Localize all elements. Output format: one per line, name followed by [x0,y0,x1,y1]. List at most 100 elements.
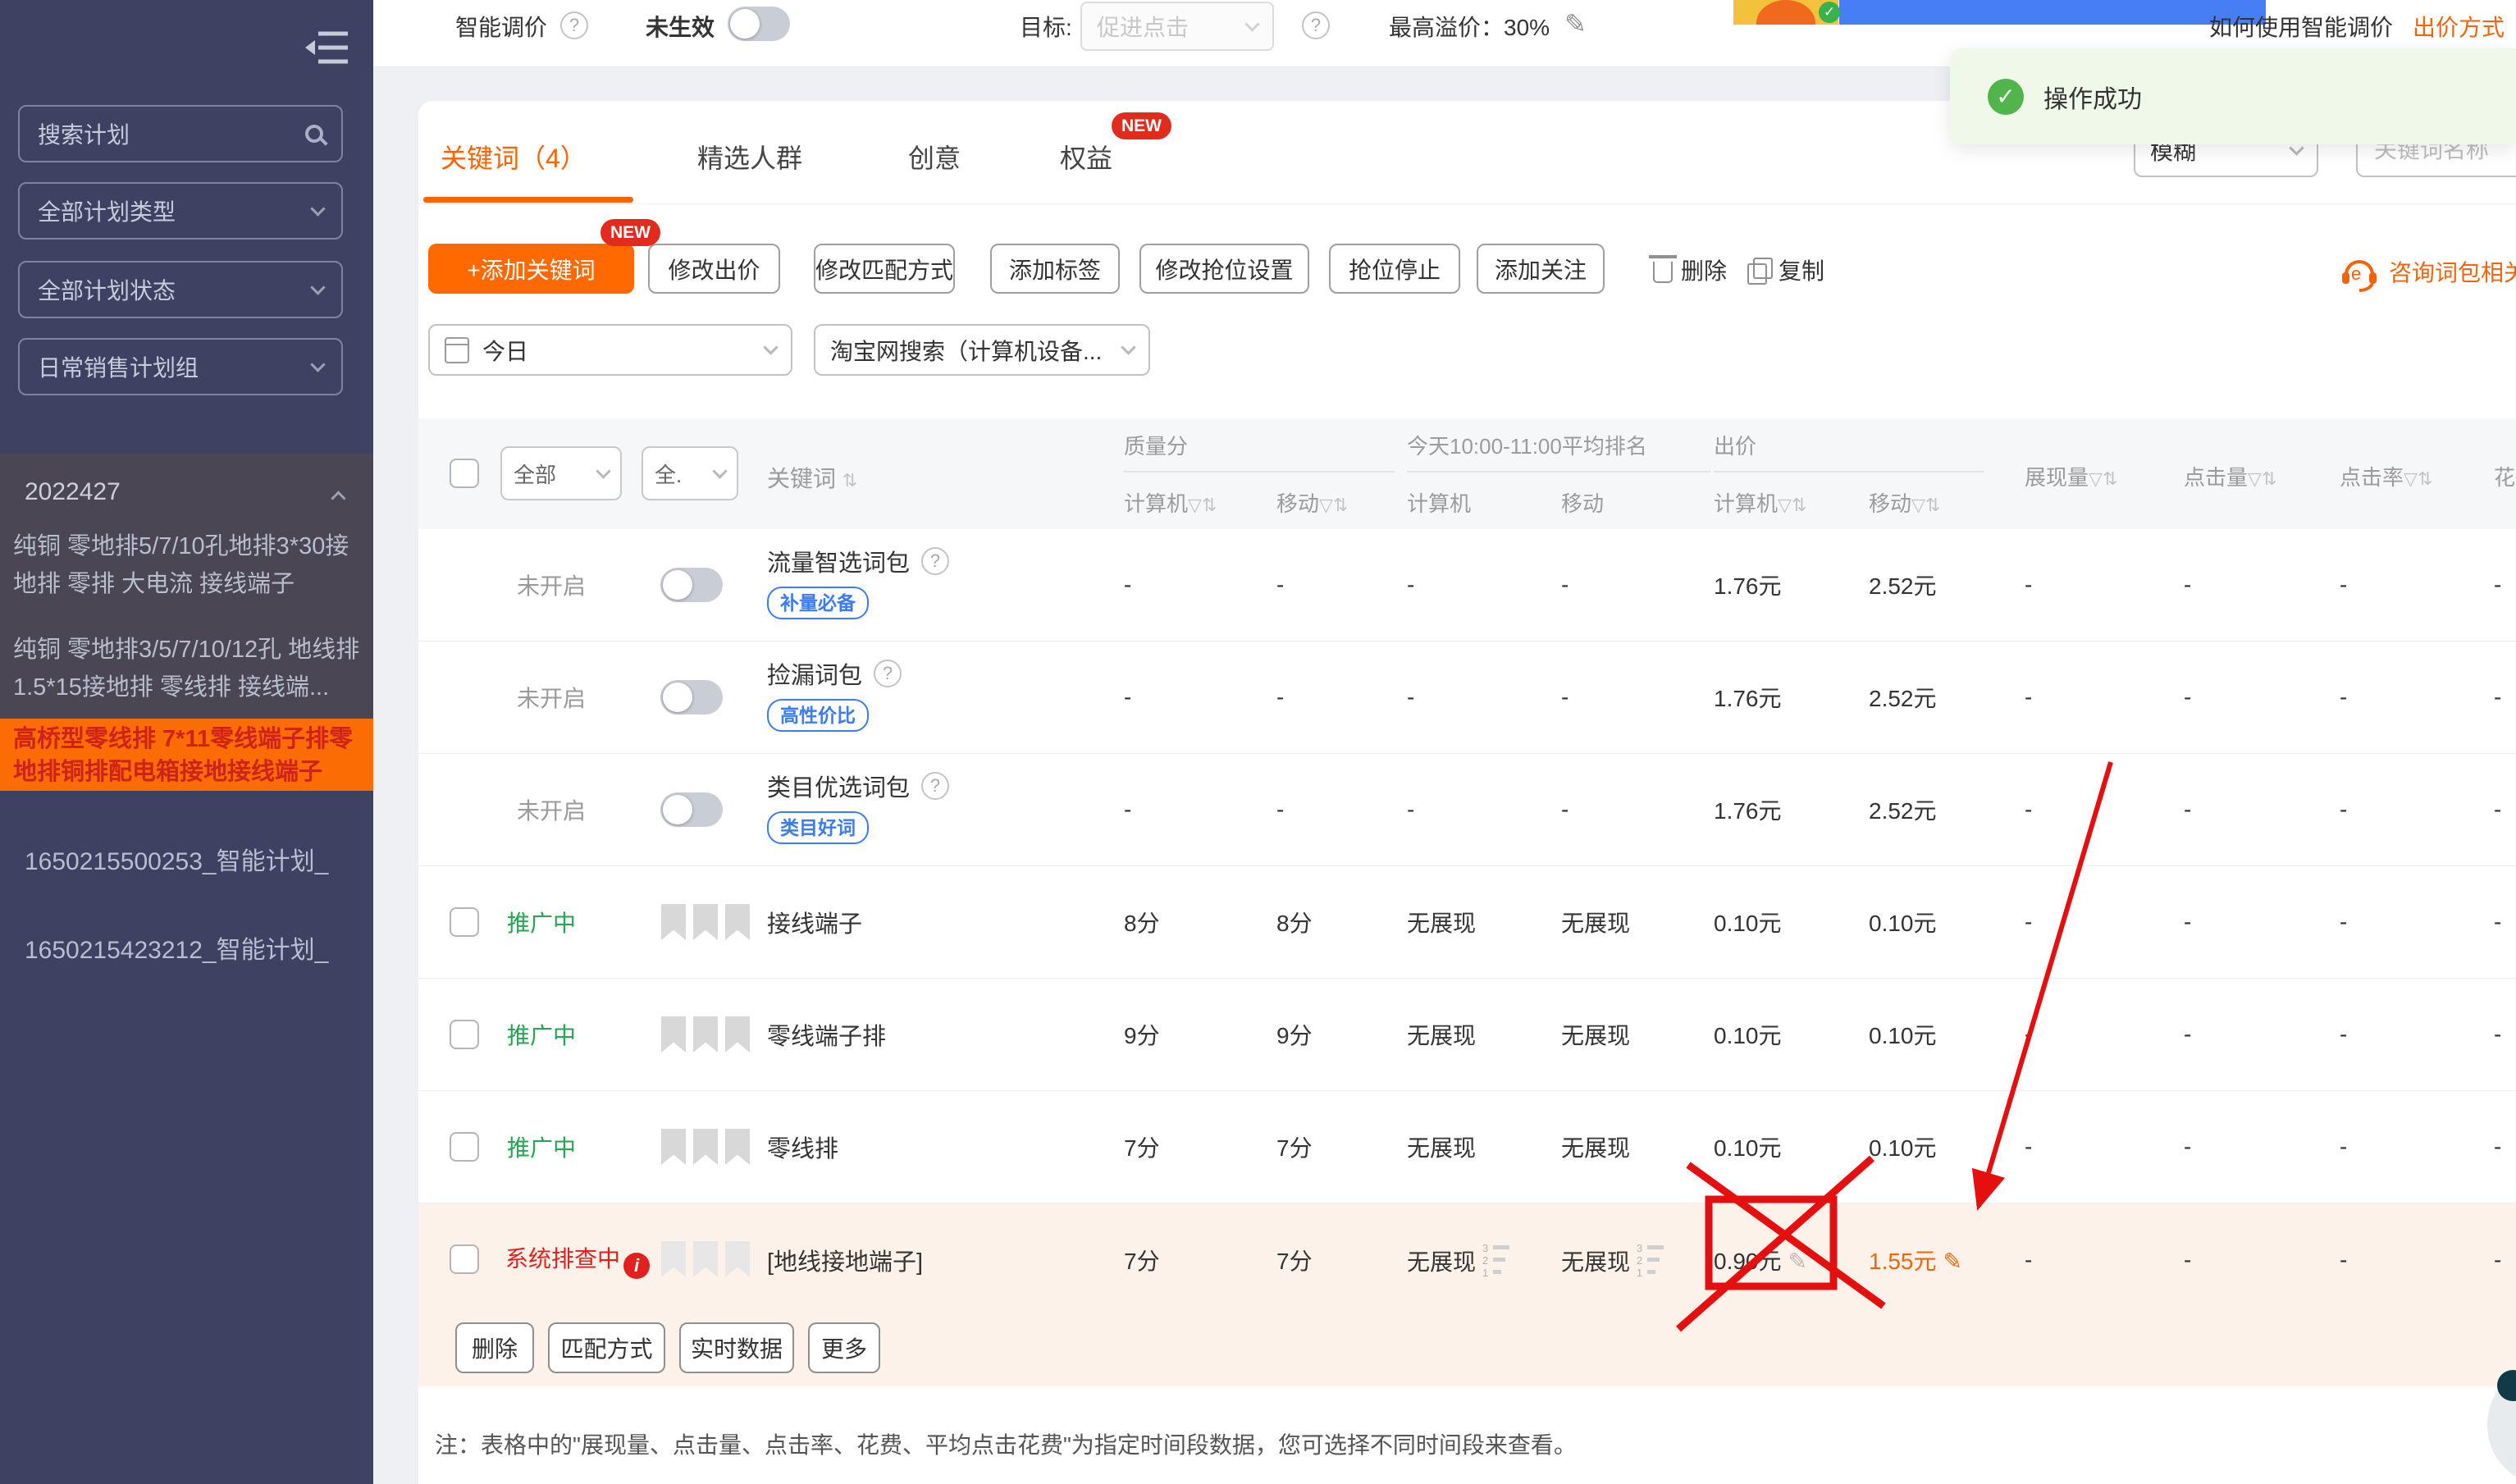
sidebar-item-plan[interactable]: 1650215423212_智能计划_ [25,929,328,966]
tab-creative[interactable]: 创意 [908,138,961,176]
keyword-panel: 关键词（4） 精选人群 创意 权益 NEW 模糊 +添加关键词 NEW 修改出价… [418,101,2516,1484]
row-toggle[interactable] [660,568,723,602]
bookmark-icon [725,1016,750,1052]
smart-pricing-help-link[interactable]: 如何使用智能调价 [2209,10,2393,43]
delete-button[interactable]: 删除 [1653,253,1727,286]
plan-status-select[interactable]: 全部计划状态 [18,261,343,318]
add-keyword-button[interactable]: +添加关键词 [428,244,634,294]
footer-match-button[interactable]: 匹配方式 [548,1322,665,1373]
col-bid-pc[interactable]: 计算机▽⇅ [1714,487,1806,518]
row-checkbox[interactable] [450,1244,479,1274]
help-icon[interactable]: ? [921,547,949,575]
col-cost[interactable]: 花 [2494,461,2515,491]
cell-impressions: - [2025,572,2032,598]
cell-rank-mobile: 无展现 [1561,1018,1630,1051]
chevron-down-icon [1244,16,1259,31]
row-toggle[interactable] [660,792,723,827]
plan-group-title[interactable]: 2022427 [25,478,121,506]
search-scope-select[interactable]: 淘宝网搜索（计算机设备... [814,324,1150,376]
status-label: 未生效 [646,10,715,43]
help-icon[interactable]: ? [921,772,949,800]
svg-text:1: 1 [1482,1267,1488,1278]
sidebar-item-plan[interactable]: 1650215500253_智能计划_ [25,841,328,877]
table-row: 未开启 捡漏词包? 高性价比 - - - - 1.76元 2.52元 - - -… [418,642,2516,754]
col-rank-pc[interactable]: 计算机 [1407,487,1471,518]
add-tag-button[interactable]: 添加标签 [990,244,1120,294]
svg-text:1: 1 [1637,1267,1642,1278]
chevron-up-icon[interactable] [331,491,345,505]
add-watch-button[interactable]: 添加关注 [1477,244,1605,294]
plan-type-select[interactable]: 全部计划类型 [18,182,343,240]
search-icon [305,125,323,143]
row-checkbox[interactable] [450,1020,479,1049]
stop-position-button[interactable]: 抢位停止 [1329,244,1460,294]
row-checkbox[interactable] [450,907,479,937]
row-checkbox[interactable] [450,1132,479,1162]
target-select[interactable]: 促进点击 [1080,2,1274,51]
header-filter2-select[interactable]: 全. [642,446,738,500]
date-range-select[interactable]: 今日 [428,324,792,376]
col-clicks[interactable]: 点击量▽⇅ [2184,461,2276,491]
footer-delete-button[interactable]: 删除 [455,1322,534,1373]
select-all-checkbox[interactable] [450,459,479,488]
plan-search-input[interactable]: 搜索计划 [18,105,343,162]
edit-match-button[interactable]: 修改匹配方式 [814,244,955,294]
funnel-icon: ▽ [1319,495,1333,515]
cell-bid-pc-crossed: 0.90元✎ [1714,1244,1807,1276]
copy-button[interactable]: 复制 [1747,253,1824,286]
footer-realtime-button[interactable]: 实时数据 [679,1322,794,1373]
chevron-down-icon [310,280,325,295]
sidebar: 搜索计划 全部计划类型 全部计划状态 日常销售计划组 2022427 纯铜 零地… [0,0,373,1484]
sidebar-item-plan[interactable]: 纯铜 零地排5/7/10孔地排3*30接地排 零排 大电流 接线端子 [13,527,362,603]
col-quality-pc[interactable]: 计算机▽⇅ [1124,487,1217,518]
help-icon[interactable]: ? [560,11,588,39]
header-filter-select[interactable]: 全部 [500,446,622,500]
bookmark-flags [661,1016,750,1052]
bookmark-icon [661,1241,686,1277]
edit-premium-icon[interactable]: ✎ [1564,8,1587,39]
keyword-name: 零线端子排 [767,1017,886,1052]
consult-wordpack-link[interactable]: e 咨询词包相关问 [2338,250,2516,293]
smart-pricing-toggle[interactable] [728,7,790,41]
row-status: 未开启 [517,793,586,826]
tab-benefits[interactable]: 权益 [1060,138,1112,176]
col-keyword[interactable]: 关键词 ⇅ [767,461,857,494]
plan-group-select[interactable]: 日常销售计划组 [18,338,343,395]
col-ctr[interactable]: 点击率▽⇅ [2340,461,2432,491]
row-toggle[interactable] [660,680,723,715]
col-quality-mobile[interactable]: 移动▽⇅ [1276,487,1348,518]
sidebar-item-plan-selected[interactable]: 高桥型零线排 7*11零线端子排零地排铜排配电箱接地接线端子 [0,719,373,791]
tab-audience[interactable]: 精选人群 [697,138,802,176]
target-value: 促进点击 [1097,10,1189,43]
footer-more-button[interactable]: 更多 [808,1322,880,1373]
help-icon[interactable]: ? [1302,11,1330,39]
edit-bid-icon[interactable]: ✎ [1788,1249,1807,1274]
cell-rank-mobile: 无展现 [1561,906,1630,938]
help-icon[interactable]: ? [874,660,902,687]
cell-cost: - [2494,1021,2501,1048]
plan-group-value: 日常销售计划组 [38,350,199,383]
cell-bid-mobile: 2.52元 [1869,568,1937,601]
bid-mode-link[interactable]: 出价方式 [2413,10,2505,43]
plan-status-value: 全部计划状态 [38,273,176,306]
svg-text:2: 2 [1482,1254,1488,1267]
col-impressions[interactable]: 展现量▽⇅ [2025,461,2117,491]
cell-bid-mobile: 0.10元 [1869,1130,1937,1163]
cell-quality-mobile: 9分 [1276,1018,1313,1051]
col-rank-mobile[interactable]: 移动 [1561,487,1604,518]
tab-keywords[interactable]: 关键词（4） [441,138,587,176]
bookmark-icon [693,904,718,940]
col-bid-mobile[interactable]: 移动▽⇅ [1869,487,1940,518]
sidebar-item-plan[interactable]: 纯铜 零地排3/5/7/10/12孔 地线排1.5*15接地排 零线排 接线端.… [13,631,362,706]
sidebar-collapse-icon[interactable] [305,29,349,71]
promo-banner [1839,0,2266,25]
edit-bid-icon[interactable]: ✎ [1943,1249,1962,1274]
edit-position-button[interactable]: 修改抢位设置 [1139,244,1309,294]
bookmark-icon [725,904,750,940]
edit-bid-button[interactable]: 修改出价 [648,244,780,294]
row-status: 推广中 [507,906,576,938]
cell-impressions: - [2025,1134,2032,1160]
new-badge: NEW [1112,112,1171,139]
consult-label: 咨询词包相关问 [2389,255,2516,288]
info-icon[interactable]: i [623,1253,650,1279]
